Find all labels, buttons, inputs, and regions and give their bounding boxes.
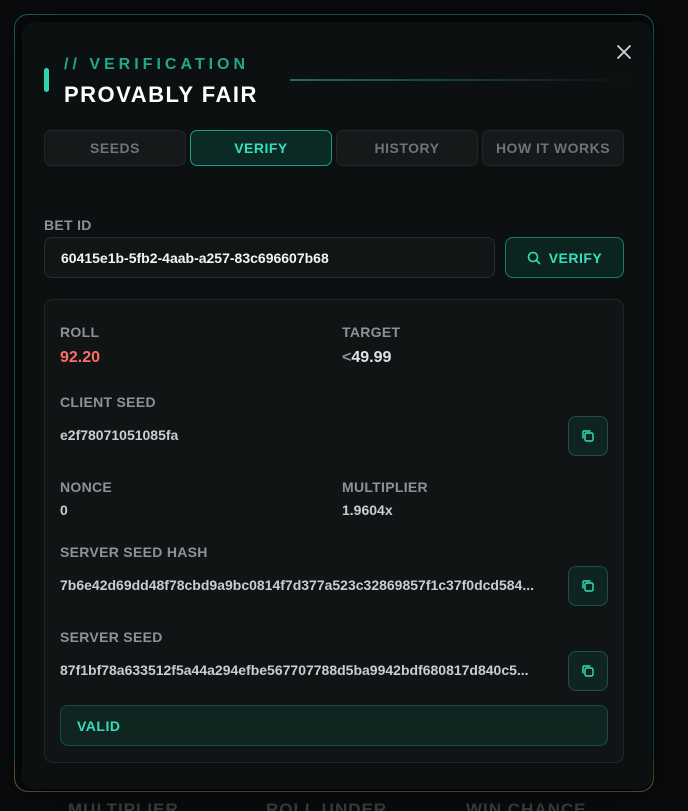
tab-seeds[interactable]: SEEDS: [44, 130, 186, 166]
nonce-value: 0: [60, 502, 68, 518]
title-accent-bar: [44, 68, 49, 92]
copy-icon: [582, 430, 594, 442]
nonce-label: NONCE: [60, 479, 113, 495]
tab-verify[interactable]: VERIFY: [190, 130, 332, 166]
client-seed-label: CLIENT SEED: [60, 394, 156, 410]
verify-button-label: VERIFY: [548, 249, 603, 266]
target-number: 49.99: [351, 349, 392, 366]
multiplier-value: 1.9604x: [342, 502, 393, 518]
copy-server-seed-hash-button[interactable]: [568, 566, 608, 606]
search-icon: [527, 251, 541, 264]
close-button[interactable]: [614, 42, 634, 62]
bet-id-label: BET ID: [44, 217, 92, 233]
modal-kicker: // VERIFICATION: [64, 56, 250, 73]
server-seed-label: SERVER SEED: [60, 629, 163, 645]
target-value: <49.99: [342, 349, 391, 367]
roll-label: ROLL: [60, 324, 100, 340]
server-seed-hash-label: SERVER SEED HASH: [60, 544, 208, 560]
background-stat-labels: MULTIPLIER ROLL UNDER WIN CHANCE: [0, 800, 688, 811]
copy-icon: [582, 580, 594, 592]
close-icon: [617, 45, 631, 59]
target-comparator: <: [342, 349, 352, 366]
kicker-divider: [290, 79, 630, 81]
verification-status-badge: VALID: [60, 705, 608, 746]
tab-how-it-works[interactable]: HOW IT WORKS: [482, 130, 624, 166]
target-label: TARGET: [342, 324, 401, 340]
background-label-win-chance: WIN CHANCE: [466, 800, 587, 811]
background-label-roll-under: ROLL UNDER: [266, 800, 388, 811]
modal-title: PROVABLY FAIR: [64, 82, 258, 107]
tab-history[interactable]: HISTORY: [336, 130, 478, 166]
provably-fair-modal: // VERIFICATION PROVABLY FAIR SEEDS VERI…: [22, 22, 652, 789]
copy-server-seed-button[interactable]: [568, 651, 608, 691]
copy-client-seed-button[interactable]: [568, 416, 608, 456]
verify-button[interactable]: VERIFY: [505, 237, 624, 278]
verification-result-panel: ROLL 92.20 TARGET <49.99 CLIENT SEED e2f…: [44, 299, 624, 763]
bet-id-input[interactable]: 60415e1b-5fb2-4aab-a257-83c696607b68: [44, 237, 495, 278]
server-seed-value: 87f1bf78a633512f5a44a294efbe567707788d5b…: [60, 662, 529, 678]
copy-icon: [582, 665, 594, 677]
roll-value: 92.20: [60, 349, 101, 366]
tab-bar: SEEDS VERIFY HISTORY HOW IT WORKS: [44, 130, 624, 166]
server-seed-hash-value: 7b6e42d69dd48f78cbd9a9bc0814f7d377a523c3…: [60, 577, 534, 593]
multiplier-label: MULTIPLIER: [342, 479, 428, 495]
client-seed-value: e2f78071051085fa: [60, 427, 179, 443]
background-label-multiplier: MULTIPLIER: [68, 800, 179, 811]
